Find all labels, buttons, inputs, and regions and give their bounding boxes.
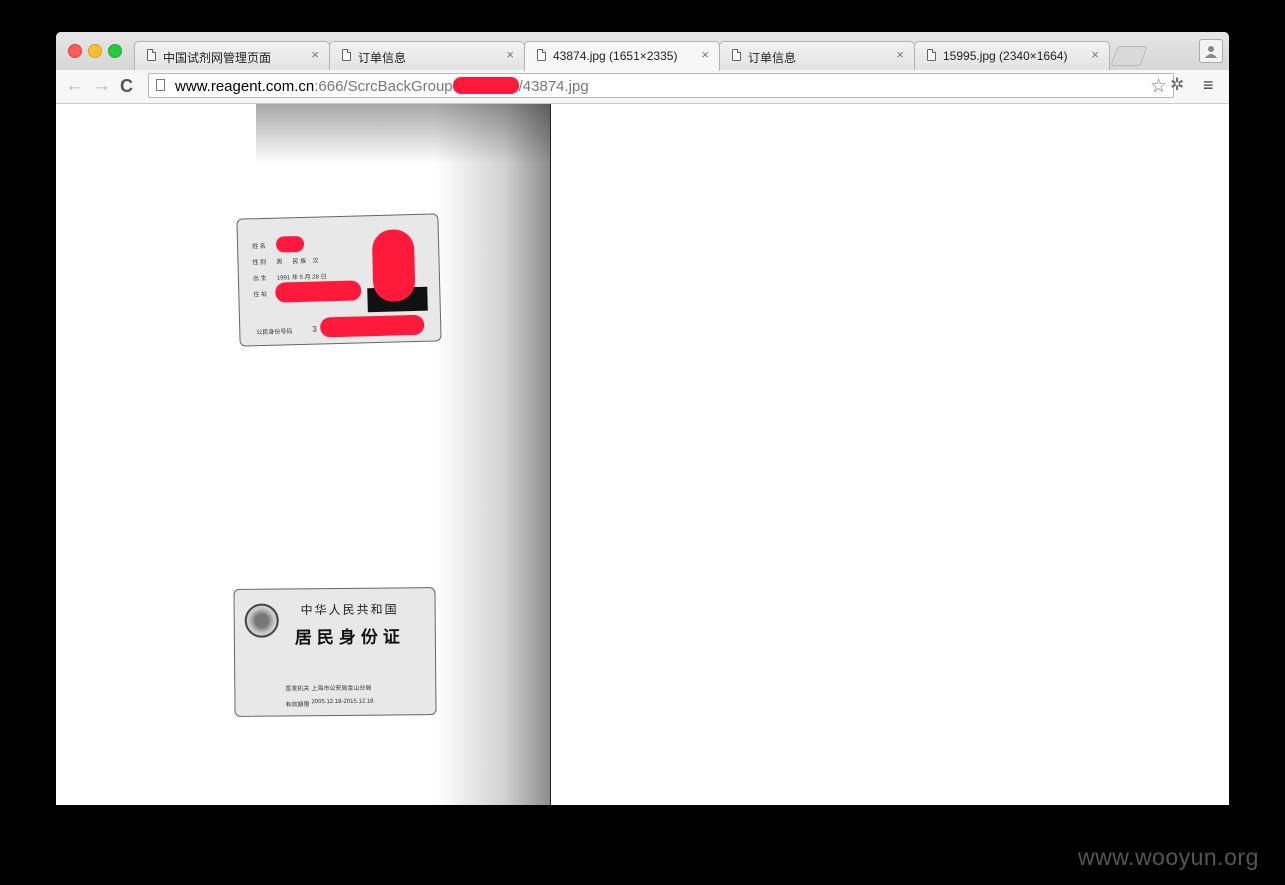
ethnic-label: 民 族 <box>292 258 307 266</box>
address-bar[interactable]: www.reagent.com.cn:666/ScrcBackGroup/438… <box>148 73 1174 98</box>
ethnic-value: 汉 <box>312 258 319 265</box>
zoom-window-button[interactable] <box>108 44 122 58</box>
tab-title: 订单信息 <box>358 51 407 65</box>
tab-title: 订单信息 <box>748 51 797 65</box>
name-redaction <box>275 235 305 253</box>
back-arrow-icon[interactable]: ← <box>65 76 84 96</box>
tab-3-active[interactable]: 43874.jpg (1651×2335) × <box>524 41 720 71</box>
tab-2[interactable]: 订单信息 × <box>329 41 525 70</box>
page-icon <box>156 79 165 91</box>
tab-strip: 中国试剂网管理页面 × 订单信息 × 43874.jpg (1651×2335)… <box>56 32 1229 71</box>
forward-arrow-icon[interactable]: → <box>92 76 111 96</box>
url-text: www.reagent.com.cn:666/ScrcBackGroup/438… <box>175 77 589 95</box>
reload-icon[interactable]: C <box>120 76 133 96</box>
sex-label: 性 别 <box>252 259 267 267</box>
menu-icon[interactable]: ≡ <box>1203 75 1214 96</box>
tab-close-icon[interactable]: × <box>896 47 904 62</box>
tab-title: 中国试剂网管理页面 <box>163 51 272 65</box>
validity-label: 有效期限 <box>285 702 310 709</box>
birth-value: 1991 年 5 月 28 日 <box>276 274 327 282</box>
national-emblem-icon <box>244 603 279 638</box>
birth-label: 出 生 <box>252 275 267 283</box>
tab-title: 15995.jpg (2340×1664) <box>943 49 1068 63</box>
tab-4[interactable]: 订单信息 × <box>719 41 915 70</box>
tab-1[interactable]: 中国试剂网管理页面 × <box>134 41 330 70</box>
new-tab-button[interactable] <box>1110 46 1148 66</box>
scanned-image: 姓 名 性 别 男 民 族 汉 出 生 1991 年 5 月 28 日 住 址 … <box>56 104 551 805</box>
tab-close-icon[interactable]: × <box>1091 47 1099 62</box>
tab-title: 43874.jpg (1651×2335) <box>553 49 678 63</box>
watermark: www.wooyun.org <box>1078 844 1259 870</box>
validity-value: 2005.12.18-2015.12.18 <box>311 698 374 706</box>
page-icon <box>732 49 741 61</box>
photo-redaction <box>371 229 416 303</box>
name-label: 姓 名 <box>252 243 266 251</box>
page-icon <box>537 49 546 61</box>
page-content: 姓 名 性 别 男 民 族 汉 出 生 1991 年 5 月 28 日 住 址 … <box>56 104 1229 805</box>
tab-close-icon[interactable]: × <box>506 47 514 62</box>
photo <box>366 229 428 313</box>
tab-close-icon[interactable]: × <box>311 47 319 62</box>
tab-5[interactable]: 15995.jpg (2340×1664) × <box>914 41 1110 70</box>
id-number-label: 公民身份号码 <box>256 329 293 337</box>
tab-close-icon[interactable]: × <box>701 47 709 62</box>
page-icon <box>342 49 351 61</box>
country-name: 中华人民共和国 <box>300 602 399 618</box>
id-number-redaction <box>319 314 425 338</box>
id-number-first-digit: 3 <box>312 324 317 334</box>
minimize-window-button[interactable] <box>88 44 102 58</box>
address-label: 住 址 <box>253 291 268 299</box>
id-card-front: 姓 名 性 别 男 民 族 汉 出 生 1991 年 5 月 28 日 住 址 … <box>236 213 442 347</box>
id-card-back: 中华人民共和国 居民身份证 签发机关 上海市公安局金山分局 有效期限 2005.… <box>233 587 437 717</box>
authority-label: 签发机关 <box>285 686 310 693</box>
browser-window: 中国试剂网管理页面 × 订单信息 × 43874.jpg (1651×2335)… <box>56 32 1229 805</box>
bookmark-star-icon[interactable]: ☆ <box>1150 75 1167 98</box>
person-icon[interactable] <box>1199 39 1223 63</box>
browser-toolbar: ← → C www.reagent.com.cn:666/ScrcBackGro… <box>56 70 1229 104</box>
page-icon <box>147 49 156 61</box>
card-title: 居民身份证 <box>294 627 405 649</box>
url-redaction <box>452 77 519 94</box>
sex-value: 男 <box>276 259 283 266</box>
extension-icon[interactable]: ✲ <box>1170 75 1184 95</box>
page-icon <box>927 49 936 61</box>
authority-value: 上海市公安局金山分局 <box>311 685 372 693</box>
scan-shadow <box>436 104 550 805</box>
address-redaction <box>275 280 362 303</box>
close-window-button[interactable] <box>68 44 82 58</box>
